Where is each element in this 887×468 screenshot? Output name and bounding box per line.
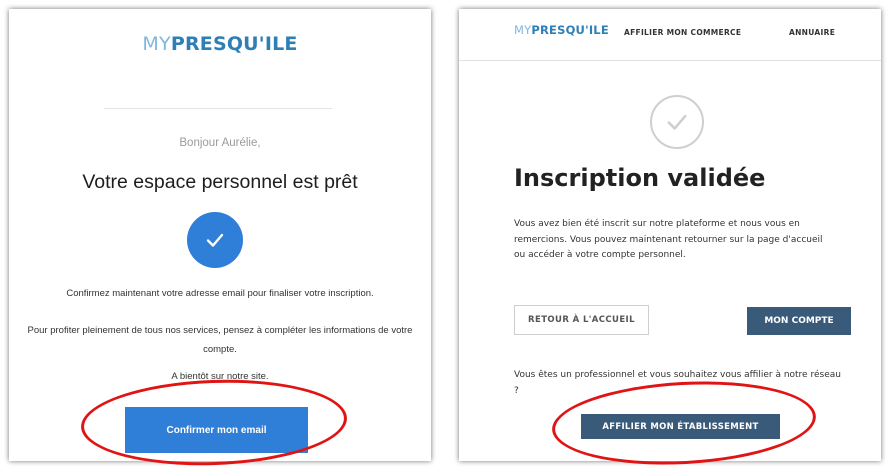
email-heading: Votre espace personnel est prêt <box>82 171 358 193</box>
site-panel: MYPRESQU'ILE AFFILIER MON COMMERCE ANNUA… <box>459 9 881 461</box>
email-divider <box>104 108 332 109</box>
greeting-text: Bonjour Aurélie, <box>179 137 261 149</box>
mypresquile-logo: MYPRESQU'ILE <box>9 33 431 55</box>
confirm-email-button[interactable]: Confirmer mon email <box>125 407 308 453</box>
logo-my-text: MY <box>514 23 532 37</box>
professional-prompt-text: Vous êtes un professionnel et vous souha… <box>514 370 841 396</box>
site-header: MYPRESQU'ILE AFFILIER MON COMMERCE ANNUA… <box>459 9 881 61</box>
mypresquile-logo[interactable]: MYPRESQU'ILE <box>514 23 609 37</box>
logo-presquile-text: PRESQU'ILE <box>531 23 609 37</box>
logo-presquile-text: PRESQU'ILE <box>170 33 298 55</box>
nav-annuaire[interactable]: ANNUAIRE <box>789 28 835 37</box>
confirm-instruction-text: Confirmez maintenant votre adresse email… <box>66 288 374 299</box>
check-circle-icon <box>187 212 243 268</box>
email-panel: MYPRESQU'ILE Bonjour Aurélie, Votre espa… <box>9 9 431 461</box>
profile-reminder-text: Pour profiter pleinement de tous nos ser… <box>27 325 413 355</box>
logo-my-text: MY <box>142 33 171 55</box>
back-home-button[interactable]: RETOUR À L'ACCUEIL <box>514 305 649 335</box>
farewell-text: A bientôt sur notre site. <box>171 371 269 382</box>
page-title: Inscription validée <box>514 164 766 192</box>
check-circle-outline-icon <box>650 95 704 149</box>
confirmation-text: Vous avez bien été inscrit sur notre pla… <box>514 219 823 260</box>
my-account-button[interactable]: MON COMPTE <box>747 307 851 335</box>
nav-affilier-commerce[interactable]: AFFILIER MON COMMERCE <box>624 28 741 37</box>
affiliate-business-button[interactable]: AFFILIER MON ÉTABLISSEMENT <box>581 414 780 439</box>
